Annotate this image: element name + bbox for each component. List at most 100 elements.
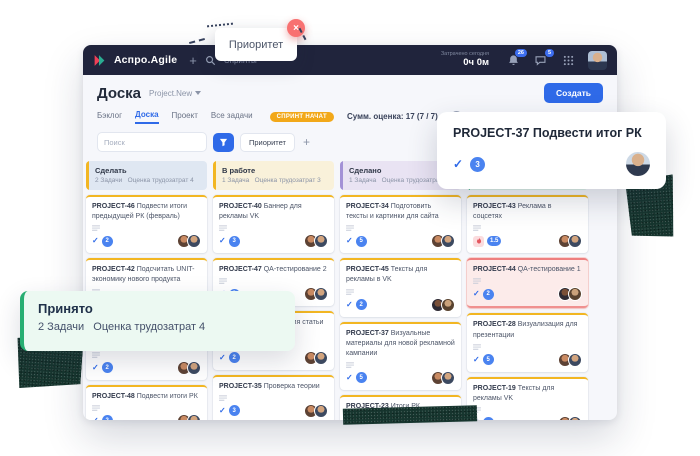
user-avatar[interactable] xyxy=(588,51,607,70)
task-card-footer: ✓2 xyxy=(473,287,582,301)
task-card-footer: ✓2 xyxy=(92,234,201,248)
priority-tooltip: Приоритет × xyxy=(215,28,297,61)
avatar xyxy=(441,234,455,248)
estimate-badge: 3 xyxy=(229,405,240,416)
tab-all-tasks[interactable]: Все задачи xyxy=(211,111,253,123)
tab-project[interactable]: Проект xyxy=(172,111,198,123)
priority-filter-chip[interactable]: Приоритет xyxy=(240,133,295,152)
task-id: PROJECT-37 xyxy=(346,330,389,337)
add-icon[interactable]: + xyxy=(189,53,197,68)
task-id: PROJECT-34 xyxy=(346,203,389,210)
assignee-avatars xyxy=(558,287,582,301)
estimate-badge: 2 xyxy=(483,289,494,300)
task-popover-card[interactable]: PROJECT-37 Подвести итог РК ✓ 3 xyxy=(437,112,666,189)
task-card[interactable]: PROJECT-44 QA-тестирование 1 ✓2 xyxy=(467,258,588,308)
check-icon: ✓ xyxy=(92,417,99,420)
description-icon xyxy=(473,344,481,351)
accepted-title: Принято xyxy=(38,301,281,316)
assignee-avatar xyxy=(626,152,650,176)
task-card-title: PROJECT-47 QA-тестирование 2 xyxy=(219,265,328,275)
filter-button[interactable] xyxy=(213,133,234,152)
check-icon: ✓ xyxy=(92,364,99,372)
task-card-footer: ✓5 xyxy=(473,416,582,420)
estimate-badge: 2 xyxy=(102,362,113,373)
task-card-footer: 1.5 xyxy=(473,234,582,248)
task-card-title: PROJECT-45 Тексты для рекламы в VK xyxy=(346,265,455,285)
kanban-board: Сделать 2 Задачи Оценка трудозатрат 4 PROJ… xyxy=(83,158,617,420)
task-card[interactable]: PROJECT-28 Визуализация для презентации✓… xyxy=(467,313,588,371)
search-input[interactable] xyxy=(97,132,207,152)
check-icon: ✓ xyxy=(473,356,480,364)
check-icon: ✓ xyxy=(346,301,353,309)
notifications-count-badge: 26 xyxy=(515,49,527,58)
column-name: В работе xyxy=(222,166,328,175)
sketch-dash-decoration xyxy=(207,23,233,28)
task-id: PROJECT-28 xyxy=(473,321,516,328)
column-name: Сделать xyxy=(95,166,201,175)
column-meta: 2 Задачи Оценка трудозатрат 4 xyxy=(95,177,201,184)
project-selector[interactable]: Project.New xyxy=(149,89,201,98)
task-card[interactable]: PROJECT-34 Подготовить тексты и картинки… xyxy=(340,195,461,253)
task-card-footer: ✓2 xyxy=(92,361,201,375)
apps-grid-icon[interactable] xyxy=(563,55,574,66)
brand-logo-icon xyxy=(93,54,106,67)
chevron-down-icon xyxy=(195,91,201,95)
task-card[interactable]: PROJECT-19 Тексты для рекламы VK✓5 xyxy=(467,377,588,420)
avatar xyxy=(314,351,328,365)
estimate-badge: 2 xyxy=(229,352,240,363)
avatar xyxy=(568,416,582,420)
avatar xyxy=(187,361,201,375)
grain-decoration xyxy=(343,405,477,425)
assignee-avatars xyxy=(431,371,455,385)
description-icon xyxy=(219,395,227,402)
task-card[interactable]: PROJECT-48 Подвести итоги РК✓2 xyxy=(86,385,207,420)
sprint-summary: Сумм. оценка: 17 (7 / 7) xyxy=(347,112,438,121)
add-filter-button[interactable]: + xyxy=(303,135,310,149)
assignee-avatars xyxy=(304,287,328,301)
task-id: PROJECT-46 xyxy=(92,203,135,210)
avatar xyxy=(314,404,328,418)
task-card[interactable]: PROJECT-40 Баннер для рекламы VK✓3 xyxy=(213,195,334,253)
assignee-avatars xyxy=(558,353,582,367)
brand-name: Аспро.Agile xyxy=(114,54,177,66)
task-card-footer: ✓2 xyxy=(219,351,328,365)
task-card-title: PROJECT-37 Визуальные материалы для ново… xyxy=(346,329,455,359)
top-navbar: Аспро.Agile + Спринты Затрачено сегодня … xyxy=(83,45,617,75)
estimate-badge: 5 xyxy=(356,372,367,383)
avatar xyxy=(441,298,455,312)
kanban-column-green: Принято2 Задачи Оценка трудозатрат 4PROJ… xyxy=(467,161,588,420)
tab-board[interactable]: Доска xyxy=(135,110,158,124)
task-card-footer: ✓3 xyxy=(219,404,328,418)
estimate-badge: 3 xyxy=(470,157,485,172)
avatar xyxy=(441,371,455,385)
promo-canvas: Аспро.Agile + Спринты Затрачено сегодня … xyxy=(0,0,700,456)
accepted-subtitle: 2 Задачи Оценка трудозатрат 4 xyxy=(38,321,281,333)
description-icon xyxy=(92,225,100,232)
assignee-avatars xyxy=(431,234,455,248)
description-icon xyxy=(346,225,354,232)
sprint-status-badge: СПРИНТ НАЧАТ xyxy=(270,112,334,122)
task-id: PROJECT-35 xyxy=(219,383,262,390)
task-card[interactable]: PROJECT-46 Подвести итоги предыдущей РК … xyxy=(86,195,207,253)
tab-backlog[interactable]: Бэклог xyxy=(97,111,122,123)
assignee-avatars xyxy=(304,351,328,365)
task-card-title: PROJECT-34 Подготовить тексты и картинки… xyxy=(346,202,455,222)
messages-button[interactable]: 5 xyxy=(534,54,547,67)
notifications-button[interactable]: 26 xyxy=(507,54,520,67)
estimate-badge: 1.5 xyxy=(487,236,501,246)
task-card-title: PROJECT-44 QA-тестирование 1 xyxy=(473,265,582,275)
task-card-footer: ✓5 xyxy=(473,353,582,367)
task-card[interactable]: PROJECT-37 Визуальные материалы для ново… xyxy=(340,322,461,390)
estimate-badge: 5 xyxy=(356,236,367,247)
create-button[interactable]: Создать xyxy=(544,83,603,103)
task-card[interactable]: PROJECT-43 Реклама в соцсетях1.5 xyxy=(467,195,588,253)
task-card[interactable]: PROJECT-45 Тексты для рекламы в VK✓2 xyxy=(340,258,461,316)
time-tracked-value: 0ч 0м xyxy=(441,58,489,69)
check-icon: ✓ xyxy=(346,374,353,382)
task-card[interactable]: PROJECT-35 Проверка теории✓3 xyxy=(213,375,334,420)
check-icon: ✓ xyxy=(219,237,226,245)
app-window: Аспро.Agile + Спринты Затрачено сегодня … xyxy=(83,45,617,420)
task-card-footer: ✓2 xyxy=(92,414,201,420)
task-id: PROJECT-45 xyxy=(346,266,389,273)
column-header: Сделать 2 Задачи Оценка трудозатрат 4 xyxy=(86,161,207,190)
